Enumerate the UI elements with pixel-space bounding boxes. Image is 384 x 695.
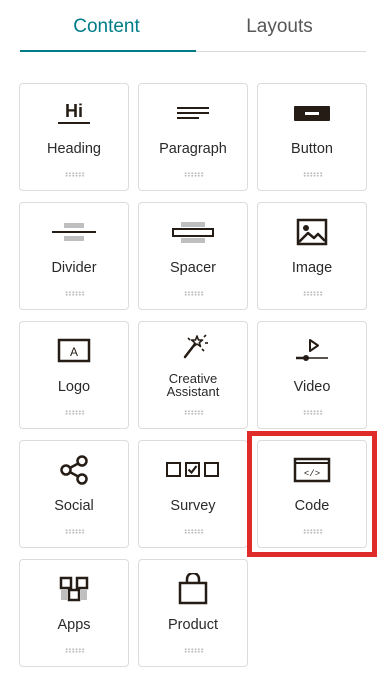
block-label: Social [54, 498, 94, 514]
spacer-icon [139, 217, 247, 247]
block-label: Video [293, 379, 331, 395]
block-label: Paragraph [159, 141, 227, 157]
creative-assistant-icon [139, 332, 247, 362]
tab-content[interactable]: Content [20, 0, 193, 54]
block-logo[interactable]: A Logo [19, 321, 129, 429]
editor-tabs: Content Layouts [20, 0, 366, 54]
product-bag-icon [139, 573, 247, 605]
block-label: Logo [57, 379, 91, 395]
block-survey[interactable]: Survey [138, 440, 248, 548]
drag-handle-icon[interactable] [303, 172, 323, 177]
block-code[interactable]: </> Code [257, 440, 367, 548]
svg-text:A: A [70, 345, 78, 359]
block-heading[interactable]: Hi Heading [19, 83, 129, 191]
tab-layouts[interactable]: Layouts [193, 0, 366, 54]
drag-handle-icon[interactable] [65, 410, 85, 415]
button-icon [258, 98, 366, 128]
drag-handle-icon[interactable] [65, 172, 85, 177]
heading-icon: Hi [20, 98, 128, 128]
divider-icon [20, 217, 128, 247]
block-label: Creative Assistant [166, 371, 220, 399]
block-label: Spacer [170, 260, 216, 276]
code-icon: </> [258, 455, 366, 485]
block-creative-assistant[interactable]: Creative Assistant [138, 321, 248, 429]
drag-handle-icon[interactable] [303, 410, 323, 415]
block-divider[interactable]: Divider [19, 202, 129, 310]
block-button[interactable]: Button [257, 83, 367, 191]
block-spacer[interactable]: Spacer [138, 202, 248, 310]
video-icon [258, 336, 366, 366]
block-label: Image [291, 260, 333, 276]
block-label: Divider [51, 260, 97, 276]
block-apps[interactable]: Apps [19, 559, 129, 667]
drag-handle-icon[interactable] [303, 291, 323, 296]
block-social[interactable]: Social [19, 440, 129, 548]
drag-handle-icon[interactable] [303, 529, 323, 534]
image-icon [258, 217, 366, 247]
drag-handle-icon[interactable] [65, 648, 85, 653]
paragraph-icon [139, 98, 247, 128]
drag-handle-icon[interactable] [184, 529, 204, 534]
block-label: Apps [57, 617, 91, 633]
block-video[interactable]: Video [257, 321, 367, 429]
svg-text:Hi: Hi [65, 101, 83, 121]
survey-icon [139, 455, 247, 485]
block-image[interactable]: Image [257, 202, 367, 310]
drag-handle-icon[interactable] [184, 291, 204, 296]
social-share-icon [20, 455, 128, 485]
block-paragraph[interactable]: Paragraph [138, 83, 248, 191]
drag-handle-icon[interactable] [65, 291, 85, 296]
block-product[interactable]: Product [138, 559, 248, 667]
block-label: Heading [46, 141, 101, 157]
apps-icon [20, 574, 128, 604]
block-label: Survey [170, 498, 216, 514]
block-label: Code [294, 498, 330, 514]
svg-text:</>: </> [304, 469, 320, 479]
logo-icon: A [20, 336, 128, 366]
drag-handle-icon[interactable] [184, 172, 204, 177]
drag-handle-icon[interactable] [184, 410, 204, 415]
block-label: Button [291, 141, 333, 157]
drag-handle-icon[interactable] [65, 529, 85, 534]
drag-handle-icon[interactable] [184, 648, 204, 653]
active-tab-indicator [20, 50, 196, 52]
block-label: Product [168, 617, 218, 633]
